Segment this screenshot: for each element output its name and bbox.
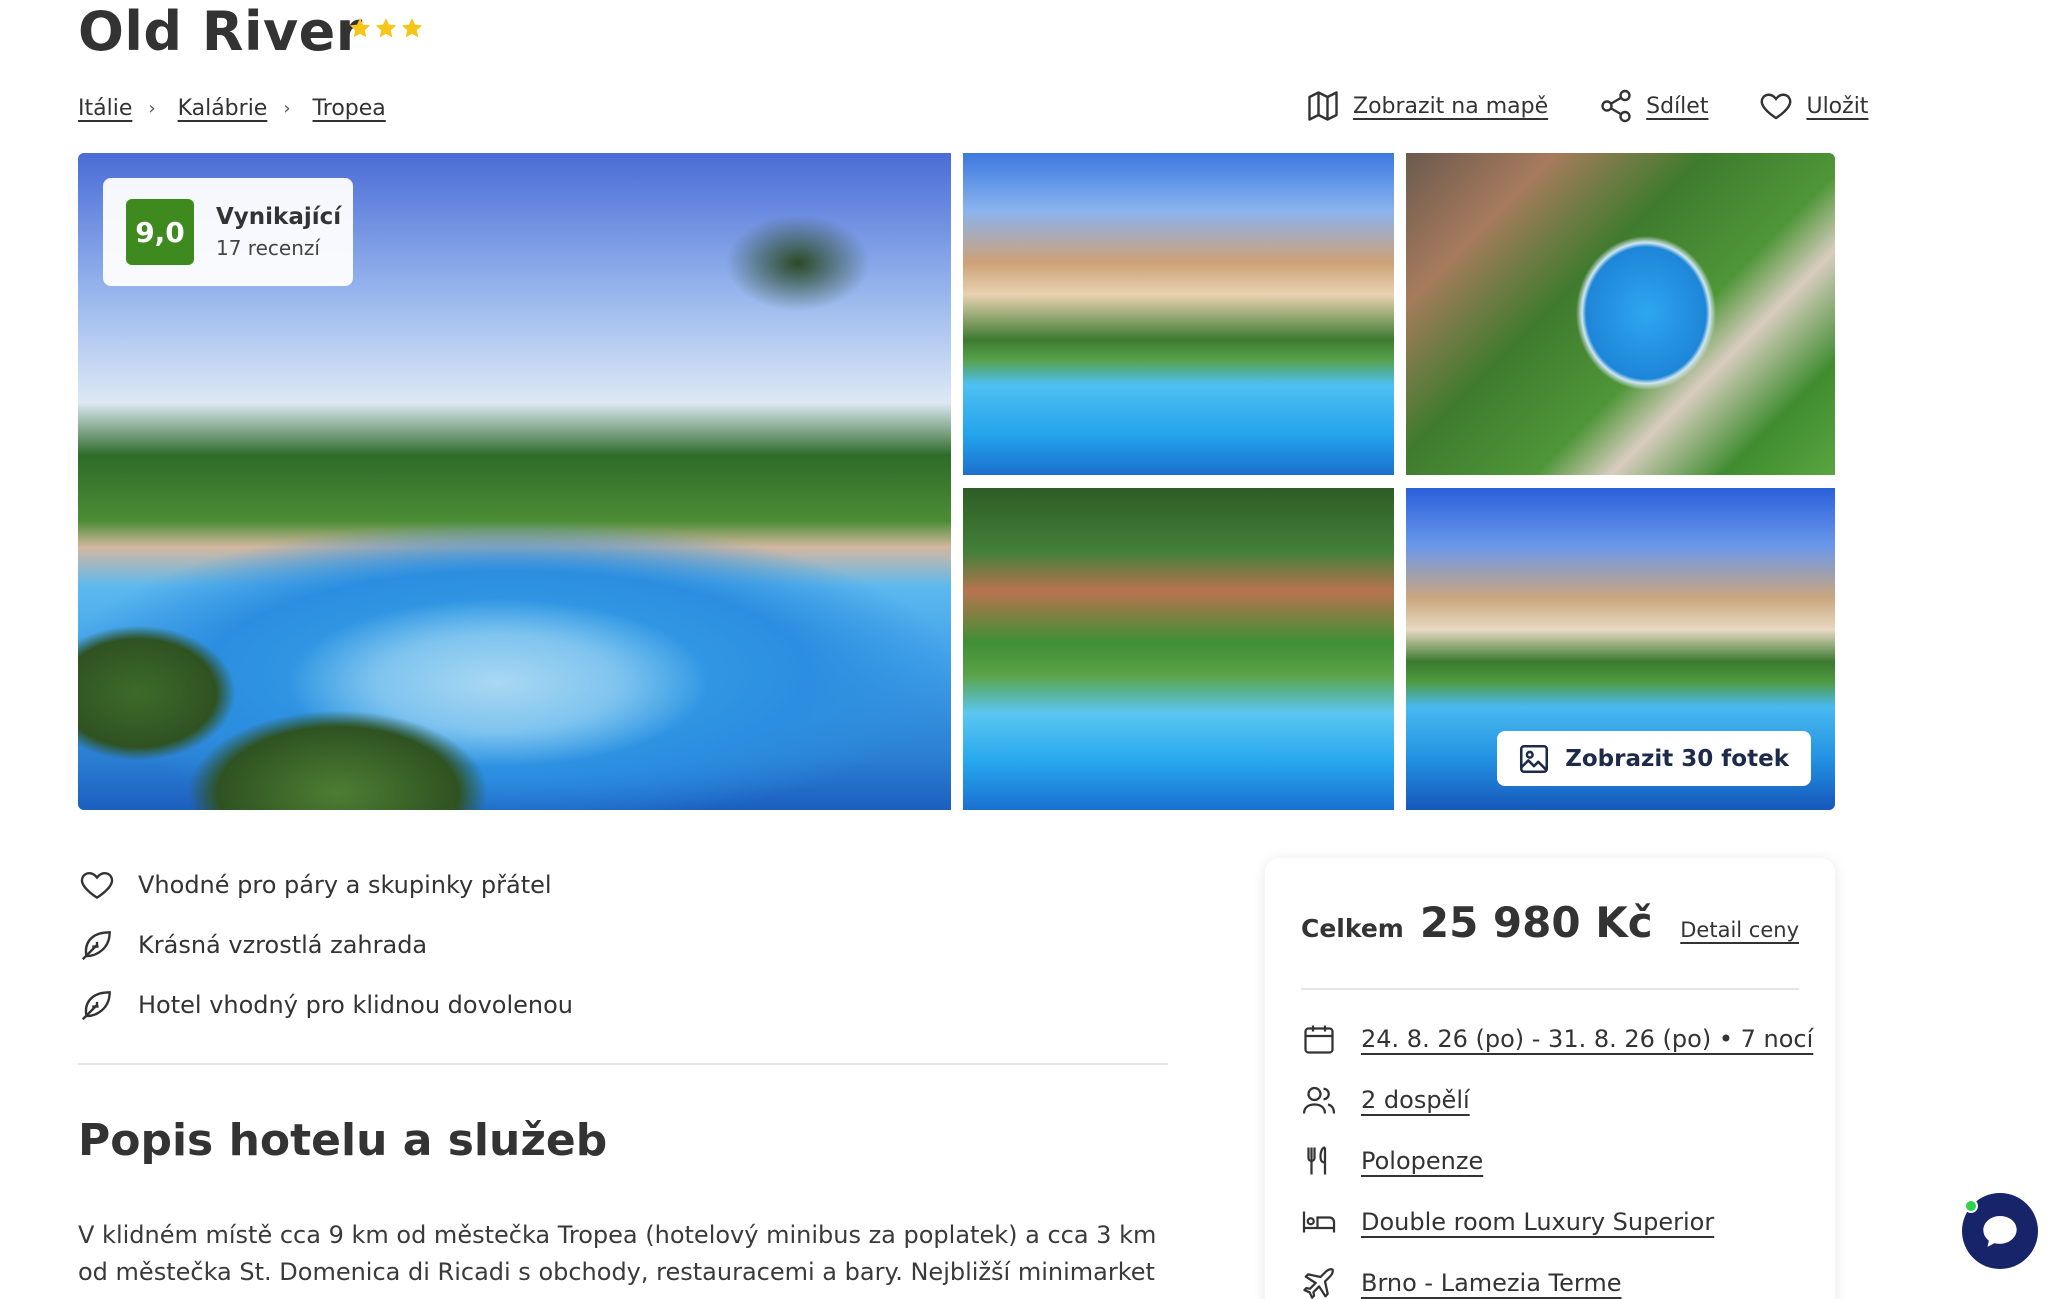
plane-icon bbox=[1303, 1267, 1334, 1299]
main-photo[interactable]: 9,0 Vynikající 17 recenzí bbox=[78, 153, 951, 810]
dates-value: 24. 8. 26 (po) - 31. 8. 26 (po) • 7 nocí bbox=[1361, 1024, 1814, 1053]
leaf-icon bbox=[81, 991, 111, 1021]
photo-gallery: 9,0 Vynikající 17 recenzí Zobrazit 30 fo… bbox=[78, 153, 1835, 810]
feature-text: Vhodné pro páry a skupinky přátel bbox=[138, 871, 552, 899]
guests-row[interactable]: 2 dospělí bbox=[1301, 1069, 1813, 1130]
breadcrumb-tropea[interactable]: Tropea bbox=[313, 96, 386, 121]
gallery-photo[interactable] bbox=[963, 153, 1394, 475]
feature-item: Vhodné pro páry a skupinky přátel bbox=[78, 855, 573, 915]
feature-text: Krásná vzrostlá zahrada bbox=[138, 931, 428, 959]
header-actions: Zobrazit na mapě Sdílet Uložit bbox=[1305, 88, 1868, 124]
description-text: V klidném místě cca 9 km od městečka Tro… bbox=[78, 1221, 1157, 1299]
share-icon bbox=[1601, 89, 1631, 123]
room-row[interactable]: Double room Luxury Superior bbox=[1301, 1191, 1813, 1252]
show-all-photos-label: Zobrazit 30 fotek bbox=[1565, 745, 1789, 772]
star-icon bbox=[349, 18, 371, 38]
chat-button[interactable] bbox=[1962, 1193, 2038, 1269]
breadcrumb-calabria[interactable]: Kalábrie bbox=[178, 96, 268, 121]
star-icon bbox=[401, 18, 423, 38]
save-button[interactable]: Uložit bbox=[1758, 88, 1868, 124]
gallery-photo[interactable] bbox=[1406, 153, 1835, 475]
chevron-right-icon: › bbox=[283, 98, 291, 119]
show-all-photos-button[interactable]: Zobrazit 30 fotek bbox=[1497, 731, 1811, 786]
users-icon bbox=[1302, 1086, 1336, 1114]
rating-score: 9,0 bbox=[126, 199, 194, 265]
star-rating bbox=[348, 16, 424, 40]
board-row[interactable]: Polopenze bbox=[1301, 1130, 1813, 1191]
price-card: Celkem 25 980 Kč Detail ceny 24. 8. 26 (… bbox=[1265, 858, 1835, 1299]
gallery-photo[interactable] bbox=[963, 488, 1394, 810]
rating-label: Vynikající bbox=[216, 204, 342, 230]
feature-item: Hotel vhodný pro klidnou dovolenou bbox=[78, 975, 573, 1035]
chevron-right-icon: › bbox=[148, 98, 156, 119]
hotel-title: Old River bbox=[78, 0, 363, 63]
chat-bubble-icon bbox=[1983, 1216, 2017, 1247]
heart-icon bbox=[1761, 93, 1792, 120]
review-count: 17 recenzí bbox=[216, 236, 320, 260]
share-button[interactable]: Sdílet bbox=[1598, 88, 1708, 124]
cutlery-icon bbox=[1307, 1145, 1327, 1174]
card-divider bbox=[1301, 988, 1799, 990]
show-on-map-button[interactable]: Zobrazit na mapě bbox=[1305, 88, 1548, 124]
star-icon bbox=[375, 18, 397, 38]
rating-badge[interactable]: 9,0 Vynikající 17 recenzí bbox=[103, 178, 353, 286]
guests-value: 2 dospělí bbox=[1361, 1085, 1470, 1114]
flight-row[interactable]: Brno - Lamezia Terme bbox=[1301, 1252, 1813, 1299]
total-price: 25 980 Kč bbox=[1419, 898, 1653, 947]
save-label: Uložit bbox=[1806, 93, 1869, 119]
feature-text: Hotel vhodný pro klidnou dovolenou bbox=[138, 991, 574, 1019]
section-divider bbox=[78, 1063, 1168, 1065]
image-icon bbox=[1520, 744, 1549, 773]
price-detail-link[interactable]: Detail ceny bbox=[1680, 918, 1799, 942]
calendar-icon bbox=[1304, 1025, 1334, 1054]
hotel-features: Vhodné pro páry a skupinky přátel Krásná… bbox=[78, 855, 573, 1035]
leaf-icon bbox=[81, 931, 111, 961]
breadcrumb: Itálie › Kalábrie › Tropea bbox=[78, 96, 386, 121]
total-label: Celkem bbox=[1301, 914, 1404, 943]
room-value: Double room Luxury Superior bbox=[1361, 1207, 1715, 1236]
flight-value: Brno - Lamezia Terme bbox=[1361, 1268, 1622, 1297]
map-icon bbox=[1308, 91, 1338, 121]
breadcrumb-italy[interactable]: Itálie bbox=[78, 96, 132, 121]
online-status-dot bbox=[1964, 1199, 1978, 1213]
board-value: Polopenze bbox=[1361, 1146, 1484, 1175]
gallery-photo[interactable]: Zobrazit 30 fotek bbox=[1406, 488, 1835, 810]
description-title: Popis hotelu a služeb bbox=[78, 1115, 608, 1166]
bed-icon bbox=[1302, 1211, 1336, 1232]
heart-icon bbox=[80, 871, 114, 900]
feature-item: Krásná vzrostlá zahrada bbox=[78, 915, 573, 975]
dates-row[interactable]: 24. 8. 26 (po) - 31. 8. 26 (po) • 7 nocí bbox=[1301, 1008, 1813, 1069]
show-on-map-label: Zobrazit na mapě bbox=[1353, 93, 1549, 119]
share-label: Sdílet bbox=[1646, 93, 1709, 119]
